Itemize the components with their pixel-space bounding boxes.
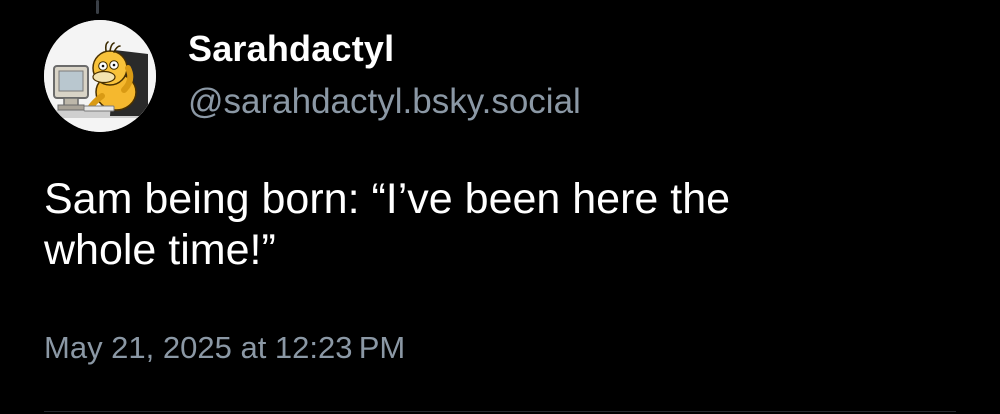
post-timestamp: May 21, 2025 at 12:23 PM [44,330,406,365]
author-handle[interactable]: @sarahdactyl.bsky.social [188,82,581,122]
post-text-line: Sam being born: “I’ve been here the [44,175,731,223]
thread-connector-line [96,0,99,14]
post-text: Sam being born: “I’ve been here the whol… [44,174,944,276]
post-text-line: whole time!” [44,226,276,274]
divider [44,411,956,412]
author-display-name[interactable]: Sarahdactyl [188,28,394,70]
avatar[interactable] [44,20,156,132]
psyduck-at-computer-avatar-icon [44,20,156,132]
